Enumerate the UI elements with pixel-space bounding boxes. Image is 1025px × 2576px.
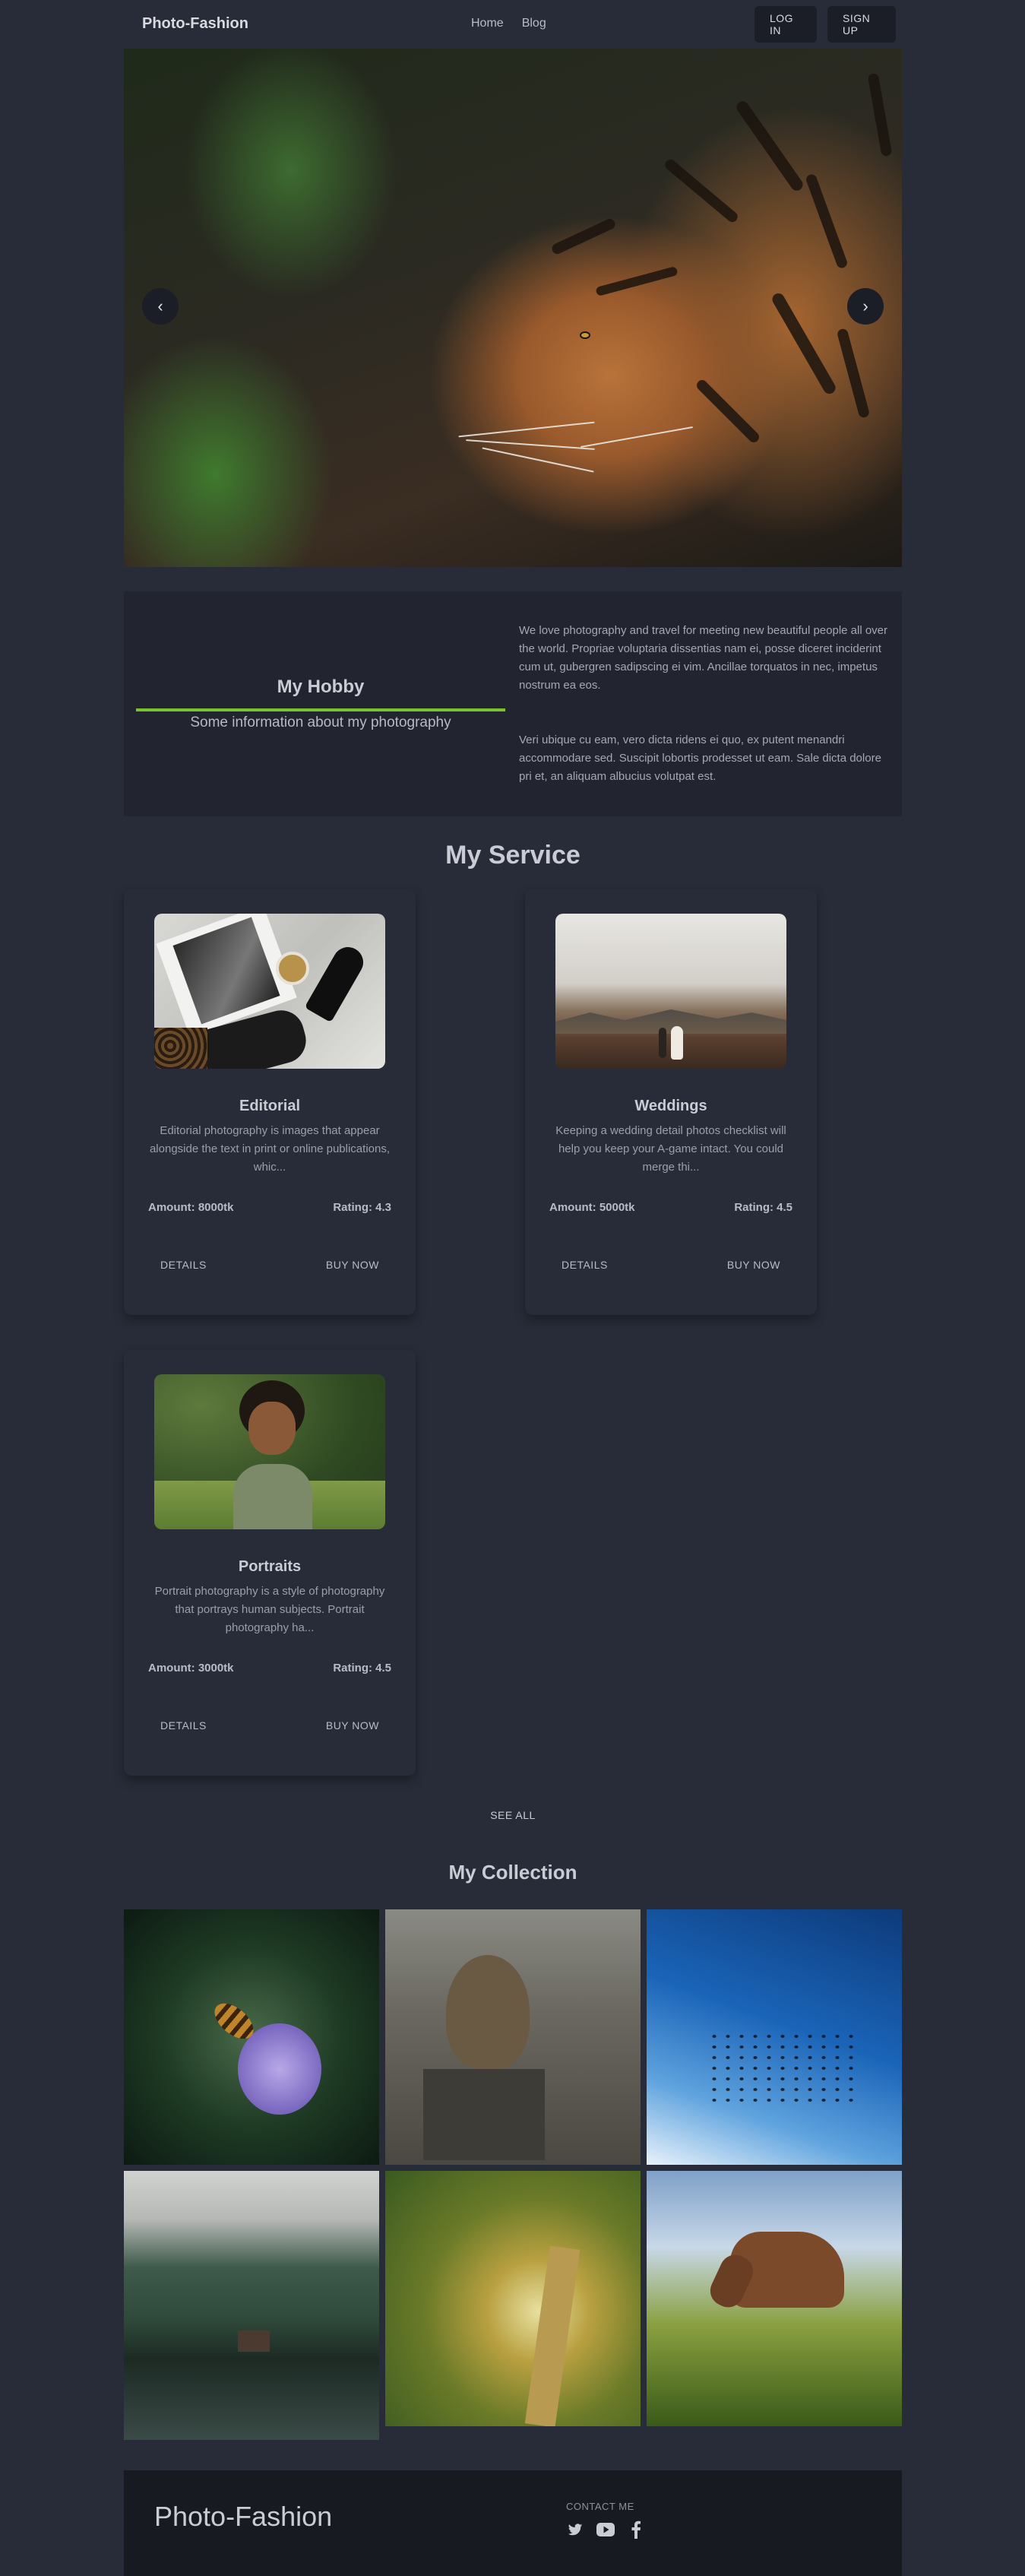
footer: Photo-Fashion CONTACT ME — [124, 2470, 902, 2576]
buy-now-button[interactable]: BUY NOW — [715, 1250, 792, 1280]
brand-logo[interactable]: Photo-Fashion — [142, 15, 248, 33]
gallery-image-monkey[interactable] — [385, 1909, 641, 2165]
service-title: My Service — [445, 841, 581, 870]
gallery-image-bee[interactable] — [124, 1909, 379, 2165]
login-button[interactable]: LOG IN — [755, 6, 817, 43]
hero-carousel: ‹ › — [124, 49, 902, 567]
hobby-paragraph-2: Veri ubique cu eam, vero dicta ridens ei… — [519, 734, 881, 783]
card-title: Editorial — [239, 1098, 300, 1114]
signup-button[interactable]: SIGN UP — [827, 6, 896, 43]
contact-label: CONTACT ME — [566, 2501, 634, 2512]
youtube-icon[interactable] — [596, 2521, 615, 2539]
card-rating: Rating: 4.3 — [333, 1201, 391, 1214]
details-button[interactable]: DETAILS — [549, 1250, 620, 1280]
card-amount: Amount: 8000tk — [148, 1201, 234, 1214]
details-button[interactable]: DETAILS — [148, 1710, 219, 1741]
collection-gallery — [124, 1909, 902, 2440]
twitter-icon[interactable] — [566, 2521, 584, 2539]
gallery-image-horse[interactable] — [647, 2171, 902, 2426]
card-title: Weddings — [634, 1098, 707, 1114]
nav-link-home[interactable]: Home — [471, 17, 504, 30]
card-description: Editorial photography is images that app… — [149, 1124, 391, 1174]
service-card-editorial: Editorial Editorial photography is image… — [124, 889, 416, 1315]
service-card-portraits: Portraits Portrait photography is a styl… — [124, 1350, 416, 1776]
hobby-paragraph-1: We love photography and travel for meeti… — [519, 624, 888, 692]
gallery-image-birds[interactable] — [647, 1909, 902, 2165]
nav-link-blog[interactable]: Blog — [522, 17, 546, 30]
hobby-title: My Hobby — [277, 676, 365, 697]
details-button[interactable]: DETAILS — [148, 1250, 219, 1280]
weddings-photo — [555, 914, 786, 1069]
service-card-weddings: Weddings Keeping a wedding detail photos… — [525, 889, 817, 1315]
card-amount: Amount: 5000tk — [549, 1201, 635, 1214]
footer-brand: Photo-Fashion — [154, 2501, 333, 2532]
portraits-photo — [154, 1374, 385, 1529]
editorial-photo — [154, 914, 385, 1069]
card-description: Keeping a wedding detail photos checklis… — [555, 1124, 786, 1174]
social-links — [566, 2521, 645, 2539]
card-amount: Amount: 3000tk — [148, 1662, 234, 1675]
card-description: Portrait photography is a style of photo… — [154, 1585, 385, 1634]
gallery-image-tree[interactable] — [385, 2171, 641, 2426]
see-all-button[interactable]: SEE ALL — [473, 1800, 552, 1830]
hobby-section: My Hobby Some information about my photo… — [124, 591, 902, 816]
nav-links: Home Blog — [471, 17, 546, 30]
buy-now-button[interactable]: BUY NOW — [314, 1250, 391, 1280]
tiger-photo — [124, 49, 902, 567]
gallery-image-lake[interactable] — [124, 2171, 379, 2440]
carousel-prev-button[interactable]: ‹ — [142, 288, 179, 325]
carousel-next-button[interactable]: › — [847, 288, 884, 325]
navbar: Photo-Fashion Home Blog LOG IN SIGN UP — [124, 0, 902, 49]
hobby-divider — [136, 708, 505, 711]
buy-now-button[interactable]: BUY NOW — [314, 1710, 391, 1741]
collection-title: My Collection — [448, 1861, 577, 1884]
card-rating: Rating: 4.5 — [333, 1662, 391, 1675]
facebook-icon[interactable] — [627, 2521, 645, 2539]
card-rating: Rating: 4.5 — [734, 1201, 792, 1214]
hobby-subtitle: Some information about my photography — [190, 714, 451, 730]
card-title: Portraits — [238, 1558, 302, 1575]
